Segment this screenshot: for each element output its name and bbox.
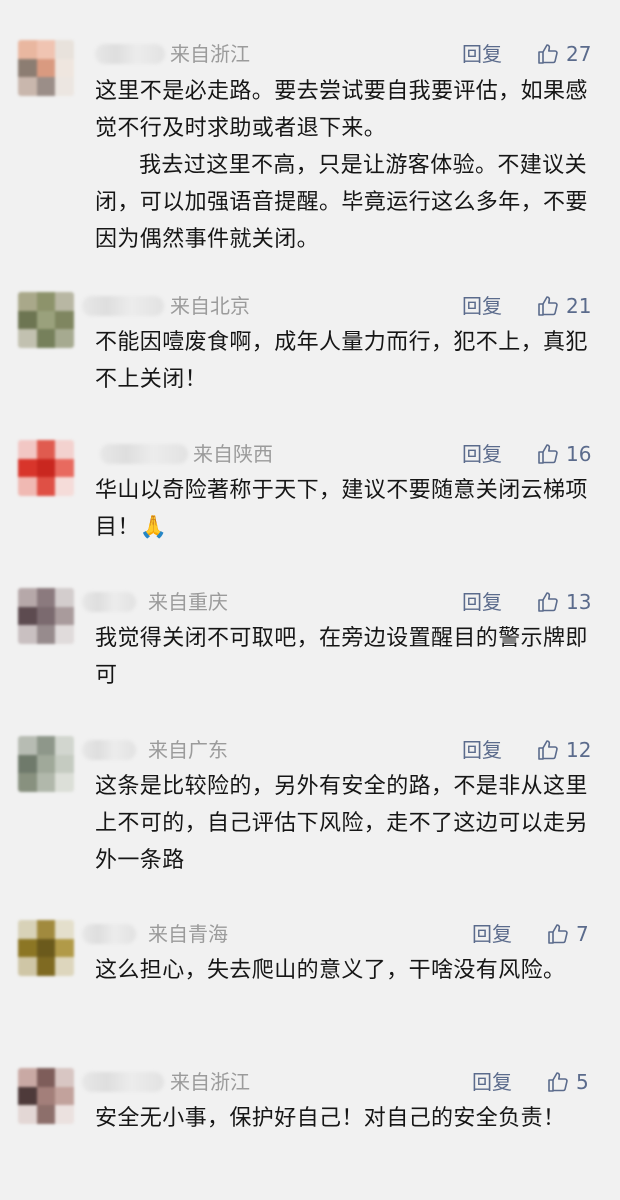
comment-text: 这条是比较险的，另外有安全的路，不是非从这里上不可的，自己评估下风险，走不了这边…	[95, 768, 605, 879]
like-count: 21	[566, 294, 592, 318]
comment-text: 安全无小事，保护好自己！对自己的安全负责！	[95, 1100, 605, 1137]
avatar[interactable]	[18, 292, 74, 348]
like-button[interactable]: 13	[536, 588, 591, 616]
like-button[interactable]: 5	[546, 1068, 589, 1096]
comment-paragraph: 不能因噎废食啊，成年人量力而行，犯不上，真犯不上关闭！	[95, 330, 588, 392]
comment-text: 华山以奇险著称于天下，建议不要随意关闭云梯项目！🙏	[95, 472, 605, 546]
username[interactable]	[82, 296, 164, 316]
thumbs-up-icon	[548, 924, 568, 944]
comment-paragraph: 这条是比较险的，另外有安全的路，不是非从这里上不可的，自己评估下风险，走不了这边…	[95, 774, 588, 873]
reply-button[interactable]: 回复	[462, 588, 502, 616]
comment-text: 我觉得关闭不可取吧，在旁边设置醒目的警示牌即可	[95, 620, 605, 694]
comment-location: 来自广东	[148, 738, 228, 762]
like-button[interactable]: 21	[536, 292, 591, 320]
comment-paragraph: 我去过这里不高，只是让游客体验。不建议关闭，可以加强语音提醒。毕竟运行这么多年，…	[95, 153, 588, 252]
thumbs-up-icon	[538, 296, 558, 316]
comment-paragraph: 这里不是必走路。要去尝试要自我要评估，如果感觉不行及时求助或者退下来。	[95, 79, 588, 141]
comment-location: 来自重庆	[148, 590, 228, 614]
username[interactable]	[82, 740, 136, 760]
like-count: 16	[566, 442, 592, 466]
like-button[interactable]: 16	[536, 440, 591, 468]
comment-location: 来自北京	[170, 294, 250, 318]
comment-location: 来自浙江	[170, 1070, 250, 1094]
thumbs-up-icon	[538, 44, 558, 64]
avatar[interactable]	[18, 736, 74, 792]
reply-button[interactable]: 回复	[462, 736, 502, 764]
comment-text: 这么担心，失去爬山的意义了，干啥没有风险。	[95, 952, 605, 989]
avatar[interactable]	[18, 920, 74, 976]
username[interactable]	[82, 924, 136, 944]
username[interactable]	[95, 44, 165, 64]
like-count: 27	[566, 42, 592, 66]
like-count: 12	[566, 738, 592, 762]
like-button[interactable]: 7	[546, 920, 589, 948]
thumbs-up-icon	[538, 592, 558, 612]
comment-paragraph: 华山以奇险著称于天下，建议不要随意关闭云梯项目！🙏	[95, 478, 588, 540]
avatar[interactable]	[18, 40, 74, 96]
thumbs-up-icon	[548, 1072, 568, 1092]
avatar[interactable]	[18, 588, 74, 644]
comment-text: 这里不是必走路。要去尝试要自我要评估，如果感觉不行及时求助或者退下来。 我去过这…	[95, 73, 605, 258]
comment-paragraph: 这么担心，失去爬山的意义了，干啥没有风险。	[95, 958, 566, 983]
reply-button[interactable]: 回复	[472, 1068, 512, 1096]
thumbs-up-icon	[538, 740, 558, 760]
username[interactable]	[82, 592, 136, 612]
avatar[interactable]	[18, 440, 74, 496]
comment-location: 来自陕西	[193, 442, 273, 466]
like-button[interactable]: 27	[536, 40, 591, 68]
comment-location: 来自青海	[148, 922, 228, 946]
reply-button[interactable]: 回复	[462, 292, 502, 320]
like-count: 13	[566, 590, 592, 614]
comment-location: 来自浙江	[170, 42, 250, 66]
like-count: 7	[576, 922, 589, 946]
reply-button[interactable]: 回复	[462, 440, 502, 468]
comment-text: 不能因噎废食啊，成年人量力而行，犯不上，真犯不上关闭！	[95, 324, 605, 398]
like-button[interactable]: 12	[536, 736, 591, 764]
thumbs-up-icon	[538, 444, 558, 464]
comment-paragraph: 我觉得关闭不可取吧，在旁边设置醒目的警示牌即可	[95, 626, 588, 688]
like-count: 5	[576, 1070, 589, 1094]
avatar[interactable]	[18, 1068, 74, 1124]
comment-paragraph: 安全无小事，保护好自己！对自己的安全负责！	[95, 1106, 566, 1131]
username[interactable]	[82, 1072, 164, 1092]
reply-button[interactable]: 回复	[472, 920, 512, 948]
reply-button[interactable]: 回复	[462, 40, 502, 68]
username[interactable]	[100, 444, 188, 464]
